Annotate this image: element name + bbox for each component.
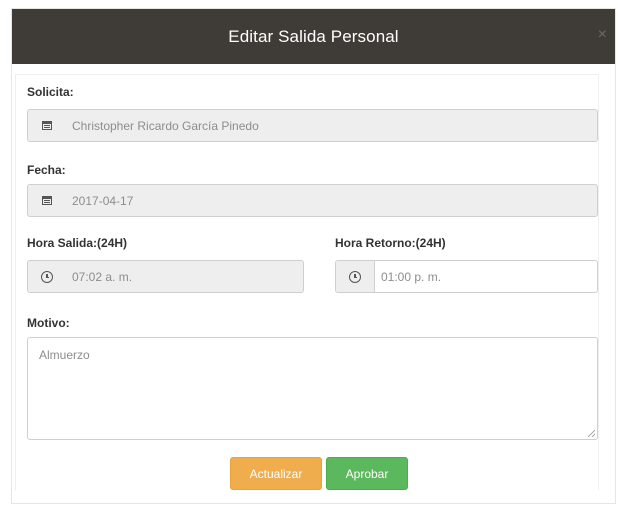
calendar-icon [42,121,52,130]
resize-grip-icon[interactable] [588,430,595,437]
clock-icon [41,270,53,283]
update-button[interactable]: Actualizar [230,457,322,490]
return-time-label: Hora Retorno:(24H) [335,236,446,250]
requester-addon [28,110,66,141]
approve-button[interactable]: Aprobar [326,457,408,490]
date-addon [28,185,66,216]
return-time-field[interactable]: 01:00 p. m. [335,260,598,293]
calendar-icon [42,196,52,205]
date-field: 2017-04-17 [27,184,598,217]
return-time-value[interactable]: 01:00 p. m. [375,270,441,284]
departure-time-label: Hora Salida:(24H) [27,236,128,250]
departure-time-addon [28,261,66,292]
reason-label: Motivo: [27,316,70,330]
departure-time-value: 07:02 a. m. [72,269,133,284]
reason-text[interactable]: Almuerzo [39,348,90,362]
requester-value: Christopher Ricardo García Pinedo [72,118,259,133]
requester-label: Solicita: [27,85,74,99]
date-label: Fecha: [27,163,66,177]
clock-icon [349,270,361,283]
reason-textarea[interactable]: Almuerzo [27,337,598,440]
modal-title: Editar Salida Personal [228,26,399,46]
requester-field: Christopher Ricardo García Pinedo [27,109,598,142]
modal-header: Editar Salida Personal × [12,9,615,64]
close-icon[interactable]: × [598,27,607,43]
date-value: 2017-04-17 [72,193,134,208]
departure-time-field: 07:02 a. m. [27,260,304,293]
return-time-addon[interactable] [336,261,375,292]
